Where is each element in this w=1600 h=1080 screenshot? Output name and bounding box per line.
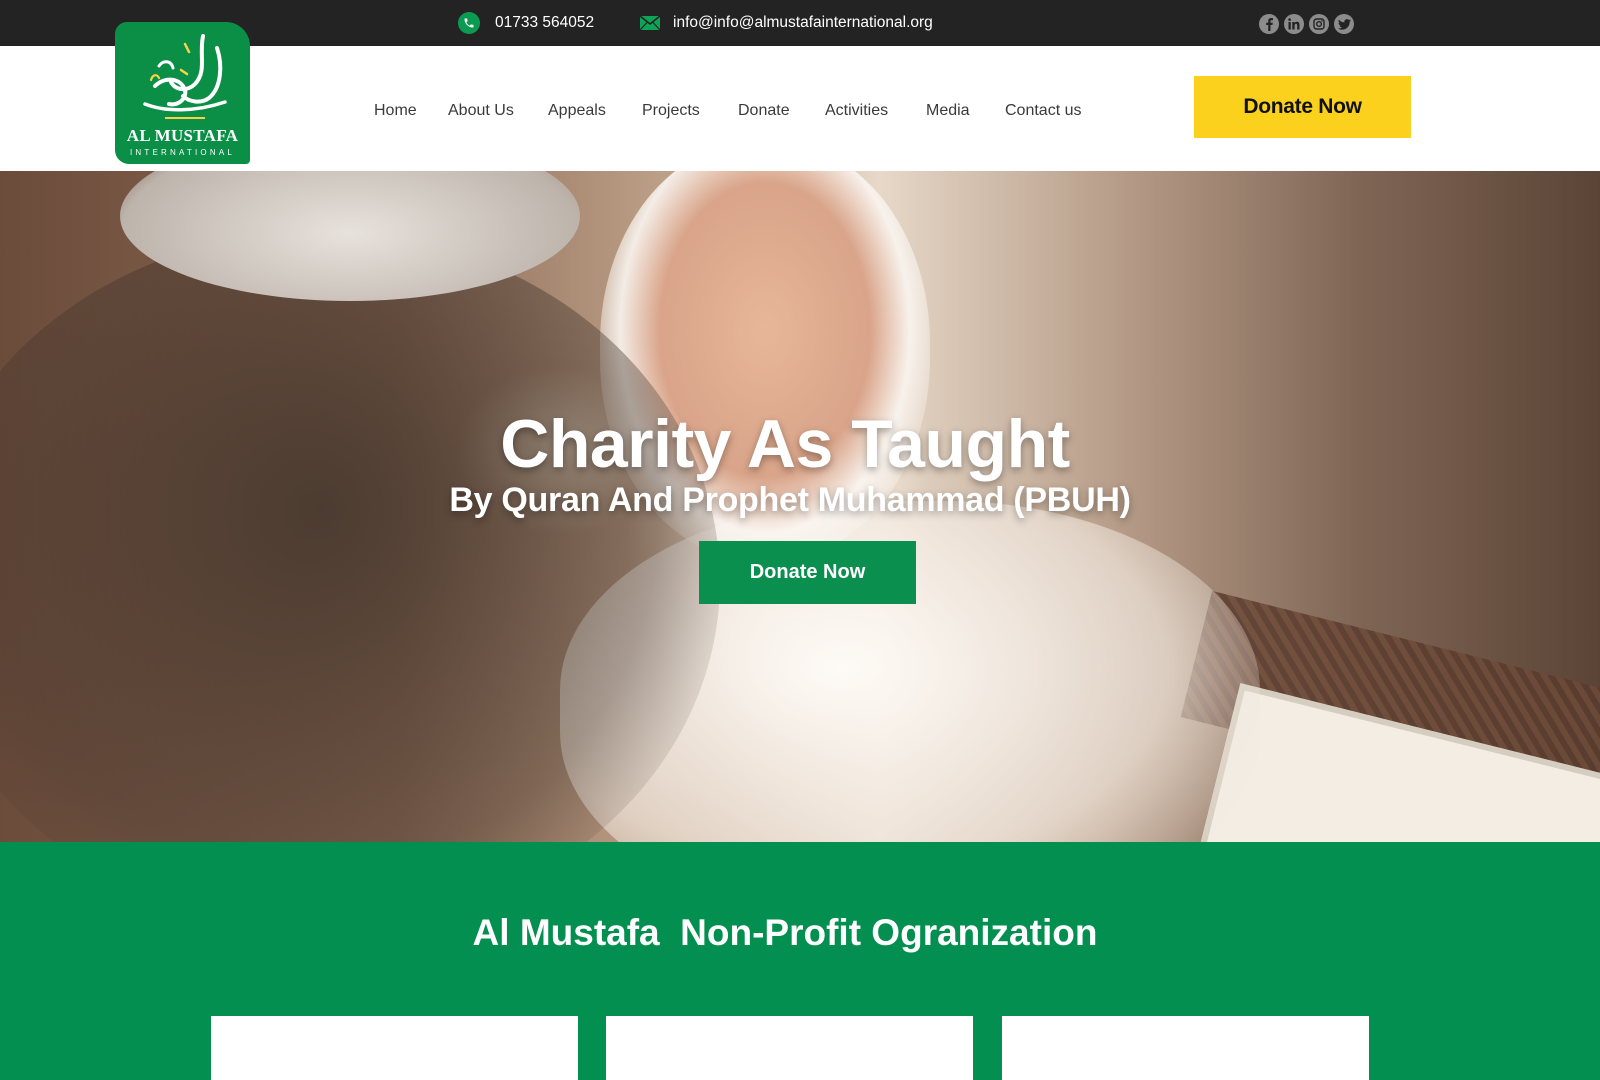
arabic-calligraphy-logo-mark (143, 34, 227, 119)
nav-item-donate[interactable]: Donate (738, 102, 790, 120)
hero-donate-now-button[interactable]: Donate Now (699, 541, 916, 604)
nav-item-about-us[interactable]: About Us (448, 102, 514, 120)
nav-item-home[interactable]: Home (374, 102, 417, 120)
contact-phone[interactable]: 01733 564052 (458, 0, 594, 46)
linkedin-icon[interactable] (1284, 14, 1304, 34)
email-address: info@info@almustafainternational.org (673, 14, 933, 31)
envelope-icon (639, 15, 661, 31)
organization-section: Al Mustafa Non-Profit Ogranization (0, 842, 1600, 1080)
facebook-icon[interactable] (1259, 14, 1279, 34)
nav-item-contact-us[interactable]: Contact us (1005, 102, 1081, 120)
info-card (1002, 1016, 1369, 1080)
info-card (606, 1016, 973, 1080)
logo-name: AL MUSTAFA (126, 126, 239, 145)
phone-icon (458, 12, 480, 34)
phone-number: 01733 564052 (495, 14, 595, 31)
nav-item-activities[interactable]: Activities (825, 102, 888, 120)
hero-title: Charity As Taught (500, 406, 1070, 482)
logo-subtitle: INTERNATIONAL (129, 148, 235, 157)
site-logo[interactable]: AL MUSTAFA INTERNATIONAL (115, 22, 250, 164)
twitter-icon[interactable] (1334, 14, 1354, 34)
nav-item-projects[interactable]: Projects (642, 102, 700, 120)
nav-item-appeals[interactable]: Appeals (548, 102, 606, 120)
hero-banner: Charity As Taught By Quran And Prophet M… (0, 171, 1600, 842)
contact-email[interactable]: info@info@almustafainternational.org (639, 0, 933, 46)
social-links (1259, 14, 1354, 34)
section-title: Al Mustafa Non-Profit Ogranization (472, 912, 1098, 953)
donate-now-button[interactable]: Donate Now (1194, 76, 1411, 138)
info-card (211, 1016, 578, 1080)
instagram-icon[interactable] (1309, 14, 1329, 34)
nav-item-media[interactable]: Media (926, 102, 970, 120)
hero-subtitle: By Quran And Prophet Muhammad (PBUH) (449, 481, 1131, 519)
